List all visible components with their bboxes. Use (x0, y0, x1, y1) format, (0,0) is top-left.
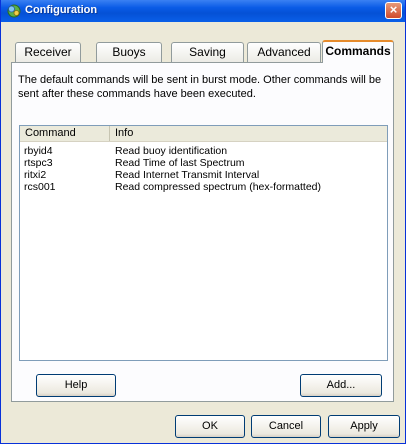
info-cell: Read compressed spectrum (hex-formatted) (115, 181, 321, 193)
apply-button[interactable]: Apply (328, 415, 400, 438)
list-header: Command Info (20, 126, 387, 142)
window-title: Configuration (25, 4, 98, 16)
commands-description: The default commands will be sent in bur… (18, 74, 382, 100)
tab-commands[interactable]: Commands (322, 40, 394, 63)
info-cell: Read buoy identification (115, 145, 228, 157)
tab-buoys[interactable]: Buoys (96, 42, 162, 62)
column-header-info[interactable]: Info (110, 126, 387, 141)
list-item[interactable]: rbyid4 Read buoy identification (20, 145, 387, 157)
help-button[interactable]: Help (36, 374, 116, 397)
commands-list[interactable]: Command Info rbyid4 Read buoy identifica… (19, 125, 388, 361)
gear-icon (6, 3, 22, 19)
info-cell: Read Time of last Spectrum (115, 157, 245, 169)
command-cell: rbyid4 (24, 145, 53, 157)
command-cell: rcs001 (24, 181, 56, 193)
tab-saving[interactable]: Saving (171, 42, 244, 62)
list-item[interactable]: rtspc3 Read Time of last Spectrum (20, 157, 387, 169)
list-item[interactable]: rcs001 Read compressed spectrum (hex-for… (20, 181, 387, 193)
ok-button[interactable]: OK (175, 415, 245, 438)
command-cell: rtspc3 (24, 157, 53, 169)
title-bar[interactable]: Configuration × (1, 0, 405, 22)
list-item[interactable]: ritxi2 Read Internet Transmit Interval (20, 169, 387, 181)
add-button[interactable]: Add... (300, 374, 382, 397)
info-cell: Read Internet Transmit Interval (115, 169, 260, 181)
configuration-window: Configuration × Receiver Buoys Saving Ad… (0, 0, 406, 444)
column-header-command[interactable]: Command (20, 126, 110, 141)
tab-advanced[interactable]: Advanced (247, 42, 321, 62)
command-cell: ritxi2 (24, 169, 47, 181)
cancel-button[interactable]: Cancel (251, 415, 321, 438)
tab-receiver[interactable]: Receiver (15, 42, 81, 62)
close-icon[interactable]: × (385, 2, 402, 19)
